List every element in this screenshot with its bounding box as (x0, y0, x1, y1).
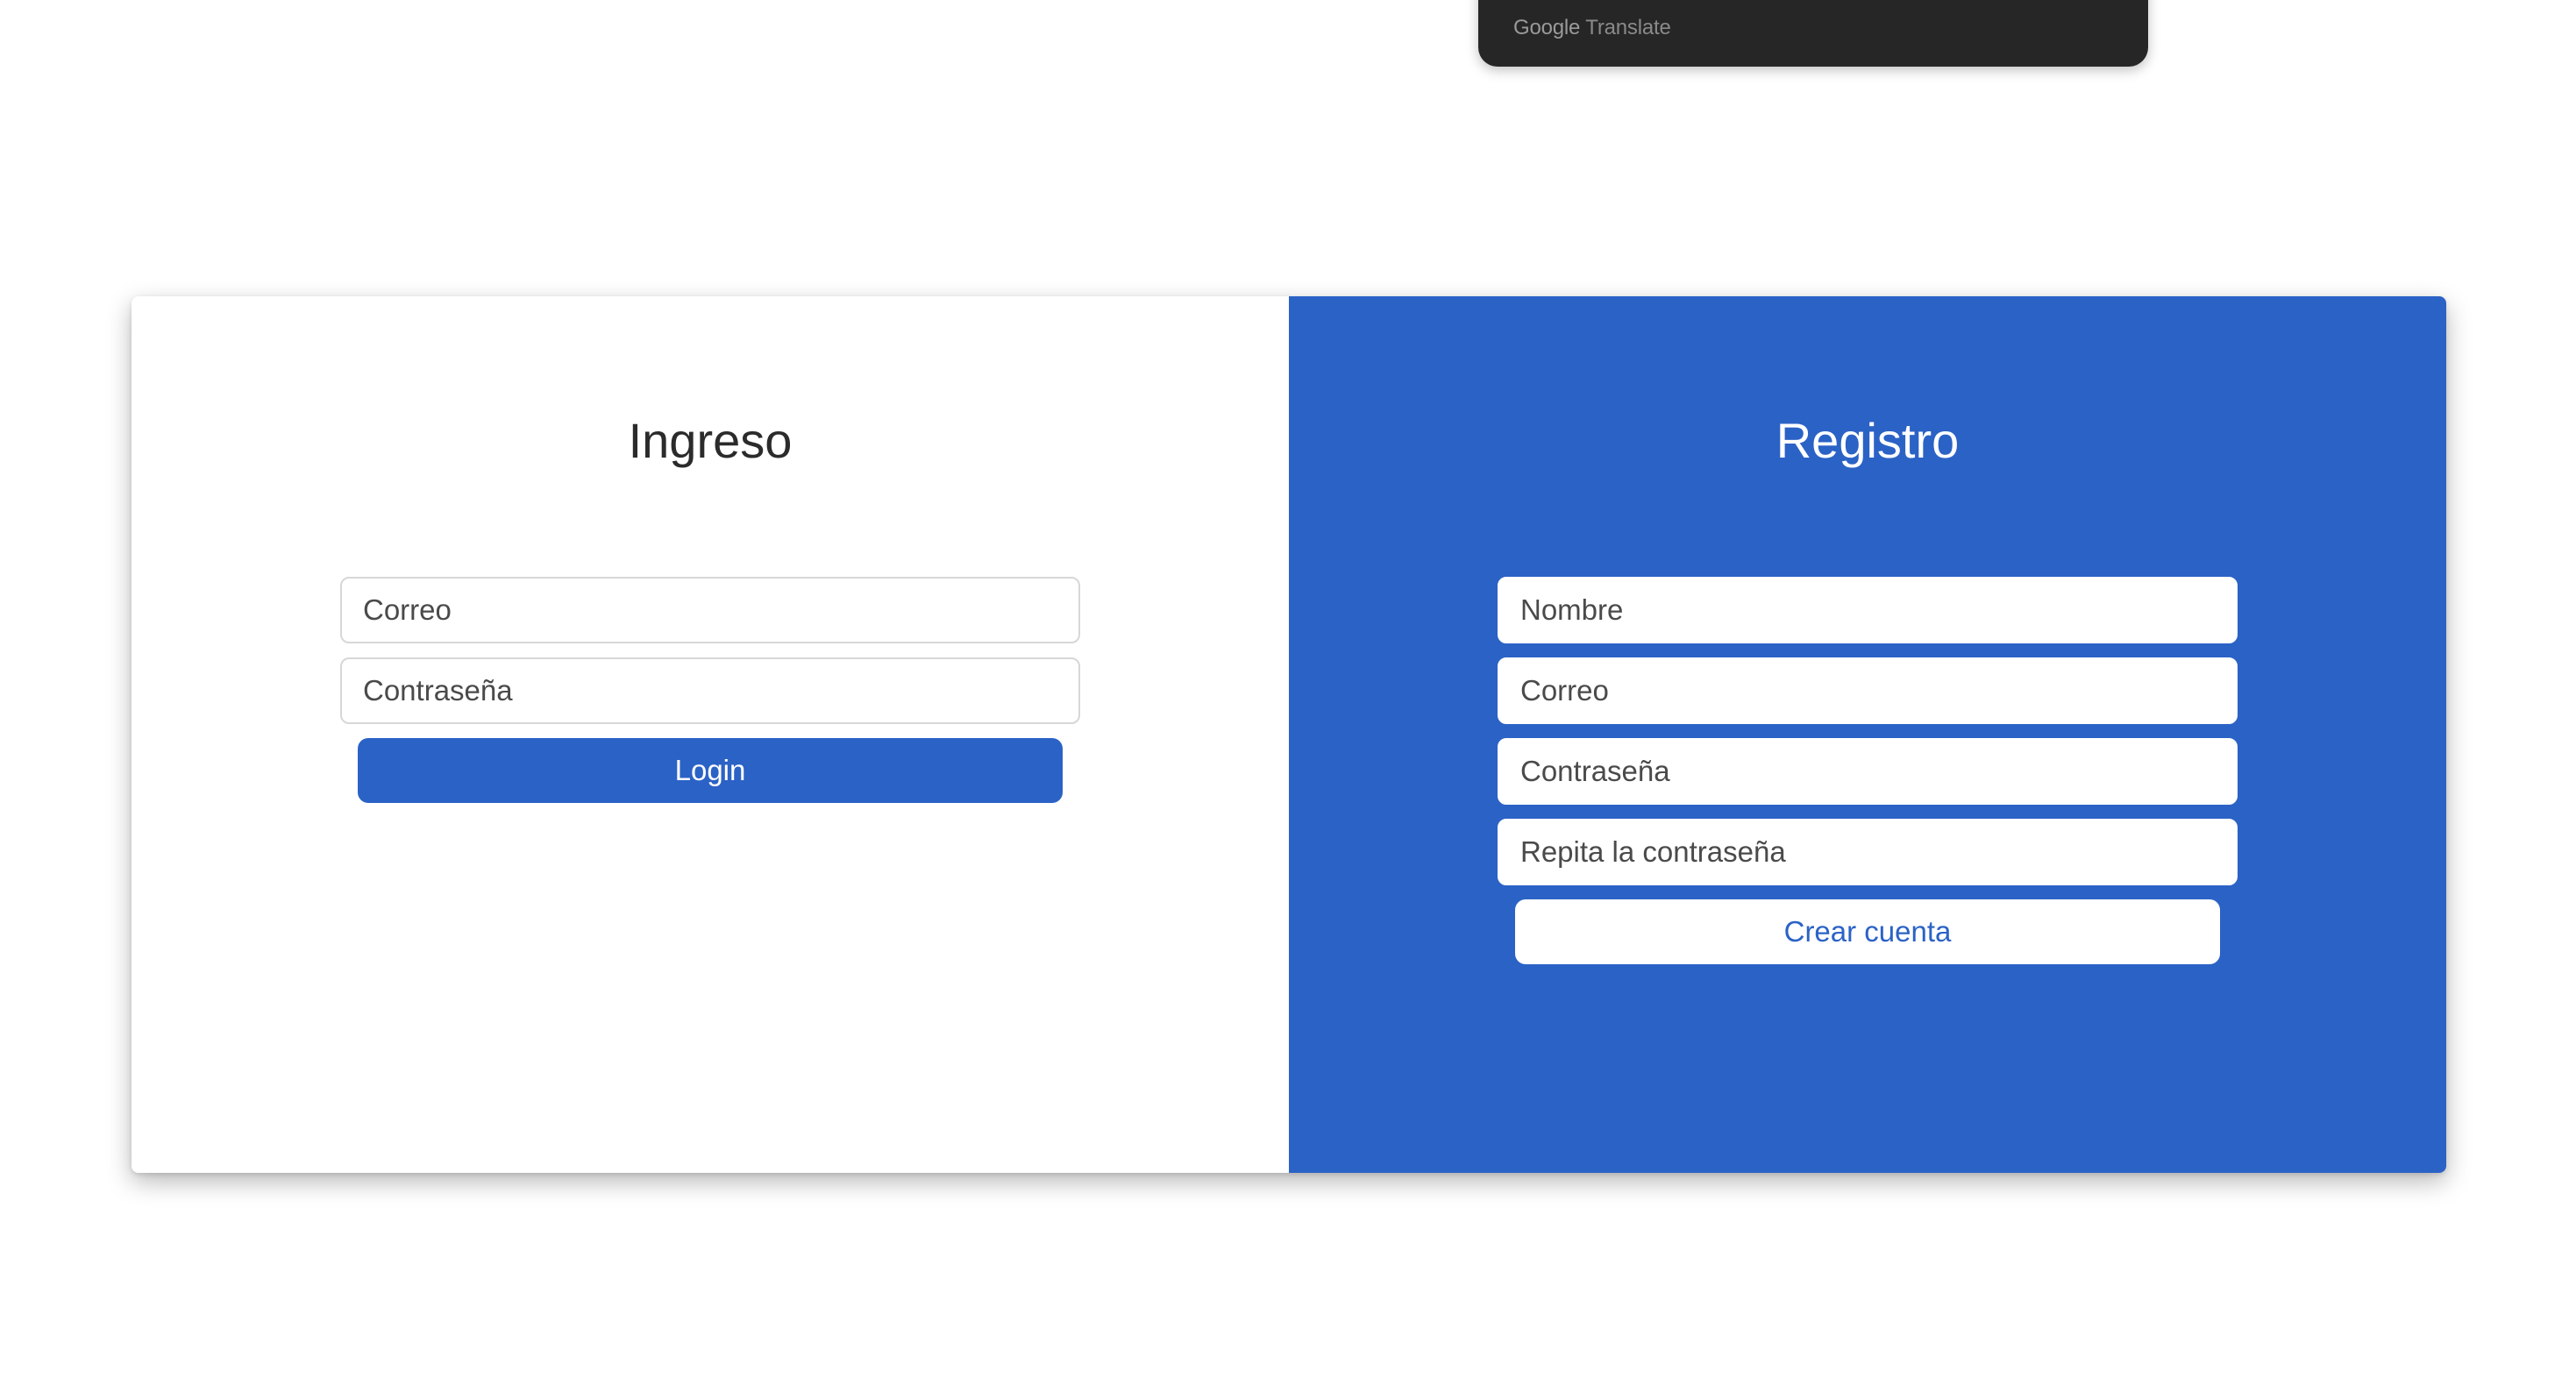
register-panel: Registro Crear cuenta (1289, 296, 2446, 1173)
login-password-input[interactable] (340, 657, 1080, 724)
google-translate-brand: Google Translate (1513, 16, 1671, 40)
google-logo-text: Google (1513, 16, 1581, 39)
login-title: Ingreso (628, 413, 793, 468)
register-title: Registro (1775, 413, 1960, 468)
login-form: Login (340, 577, 1080, 803)
login-button[interactable]: Login (358, 738, 1063, 803)
login-email-input[interactable] (340, 577, 1080, 643)
google-translate-popup: Google Translate (1478, 0, 2148, 67)
create-account-button[interactable]: Crear cuenta (1515, 899, 2220, 964)
register-password-input[interactable] (1498, 738, 2238, 805)
login-panel: Ingreso Login (132, 296, 1289, 1173)
register-repeat-password-input[interactable] (1498, 819, 2238, 885)
register-name-input[interactable] (1498, 577, 2238, 643)
register-form: Crear cuenta (1498, 577, 2238, 964)
translate-label: Translate (1585, 16, 1671, 39)
register-email-input[interactable] (1498, 657, 2238, 724)
auth-card: Ingreso Login Registro Crear cuenta (132, 296, 2446, 1173)
